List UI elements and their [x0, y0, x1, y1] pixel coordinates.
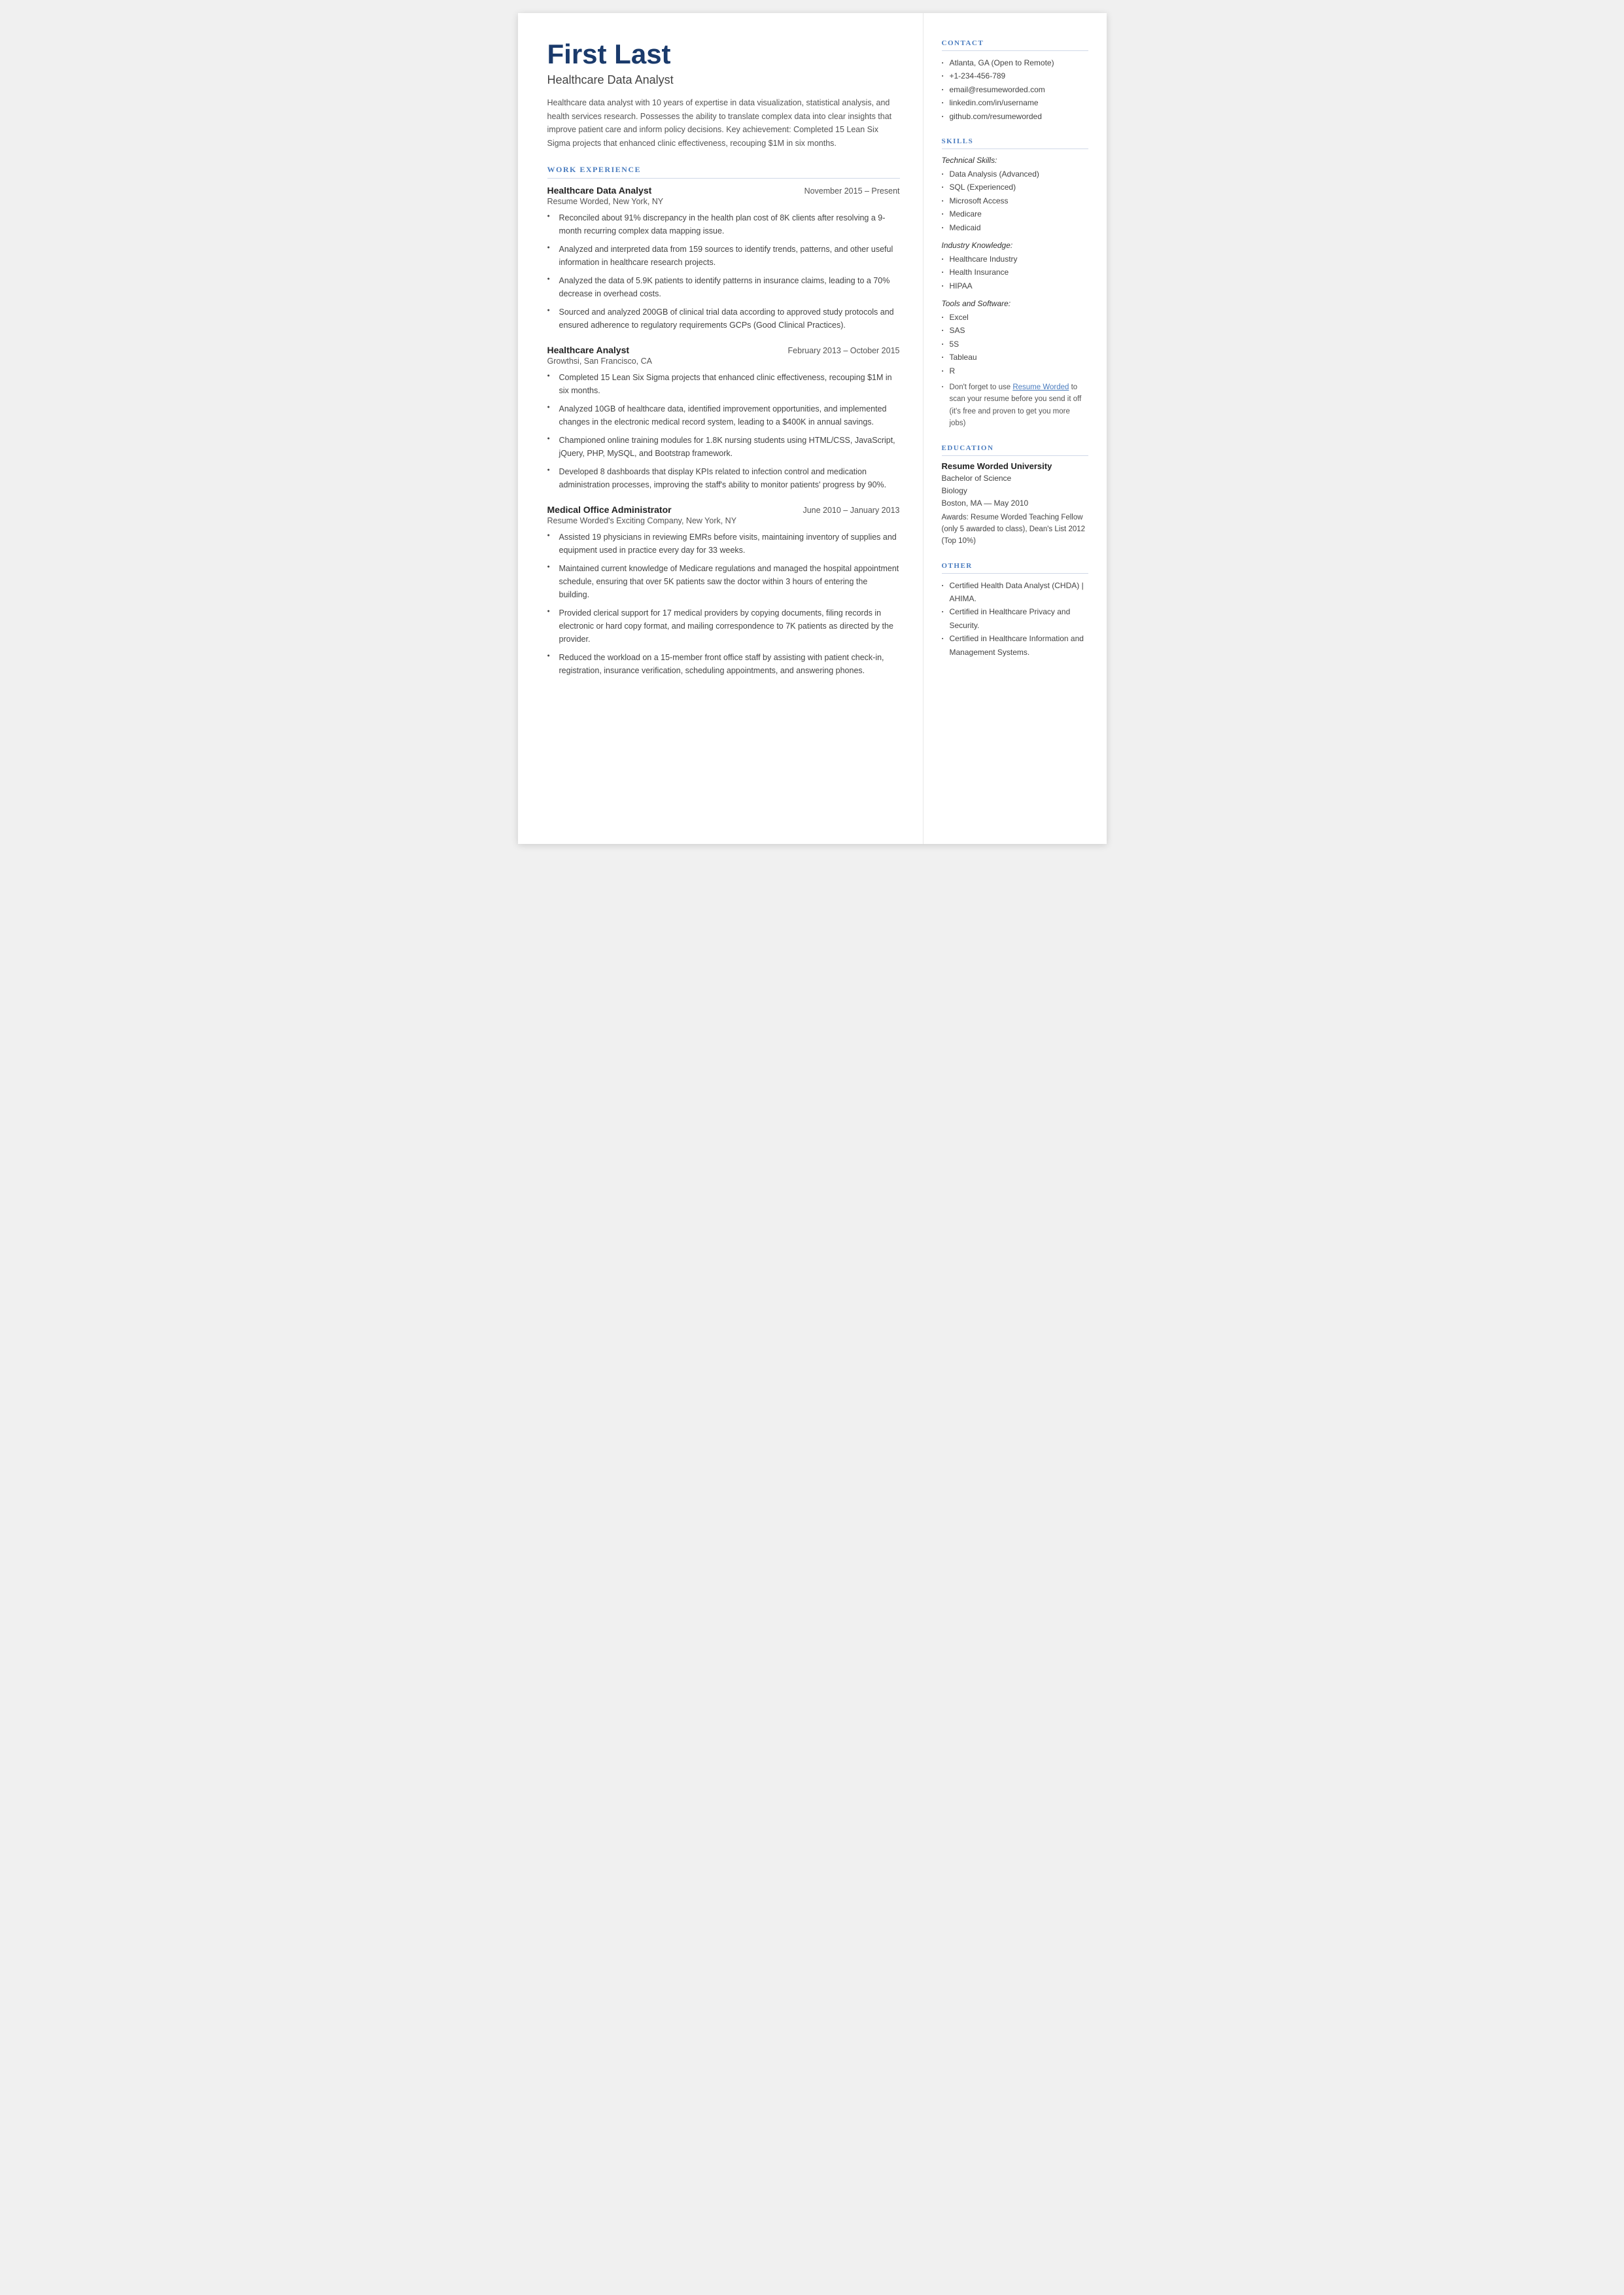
bullet-1-1: Reconciled about 91% discrepancy in the … — [547, 211, 900, 237]
other-cert-1: Certified Health Data Analyst (CHDA) | A… — [942, 579, 1088, 606]
bullet-3-2: Maintained current knowledge of Medicare… — [547, 562, 900, 601]
bullet-1-4: Sourced and analyzed 200GB of clinical t… — [547, 306, 900, 332]
bullet-1-3: Analyzed the data of 5.9K patients to id… — [547, 274, 900, 300]
tip-pre-text: Don't forget to use — [950, 383, 1013, 391]
skill-5s: 5S — [942, 338, 1088, 351]
contact-section-title: CONTACT — [942, 39, 1088, 51]
job-bullets-3: Assisted 19 physicians in reviewing EMRs… — [547, 531, 900, 677]
left-column: First Last Healthcare Data Analyst Healt… — [518, 13, 924, 844]
other-cert-2: Certified in Healthcare Privacy and Secu… — [942, 605, 1088, 632]
job-bullets-2: Completed 15 Lean Six Sigma projects tha… — [547, 371, 900, 491]
contact-section: CONTACT Atlanta, GA (Open to Remote) +1-… — [942, 39, 1088, 123]
contact-phone: +1-234-456-789 — [942, 69, 1088, 82]
tools-skills-label: Tools and Software: — [942, 299, 1088, 308]
bullet-2-4: Developed 8 dashboards that display KPIs… — [547, 465, 900, 491]
skill-medicaid: Medicaid — [942, 221, 1088, 234]
industry-skill-list: Healthcare Industry Health Insurance HIP… — [942, 253, 1088, 292]
skill-excel: Excel — [942, 311, 1088, 324]
education-section-title: EDUCATION — [942, 444, 1088, 456]
tools-skill-list: Excel SAS 5S Tableau R — [942, 311, 1088, 377]
bullet-3-3: Provided clerical support for 17 medical… — [547, 606, 900, 646]
job-title-1: Healthcare Data Analyst — [547, 185, 652, 196]
technical-skills-label: Technical Skills: — [942, 156, 1088, 165]
resume-page: First Last Healthcare Data Analyst Healt… — [518, 13, 1107, 844]
edu-degree: Bachelor of Science — [942, 472, 1088, 485]
bullet-3-4: Reduced the workload on a 15-member fron… — [547, 651, 900, 677]
right-column: CONTACT Atlanta, GA (Open to Remote) +1-… — [924, 13, 1107, 844]
skill-data-analysis: Data Analysis (Advanced) — [942, 167, 1088, 181]
contact-list: Atlanta, GA (Open to Remote) +1-234-456-… — [942, 56, 1088, 123]
job-title-3: Medical Office Administrator — [547, 504, 672, 515]
bullet-3-1: Assisted 19 physicians in reviewing EMRs… — [547, 531, 900, 557]
contact-github: github.com/resumeworded — [942, 110, 1088, 123]
skill-medicare: Medicare — [942, 207, 1088, 220]
contact-linkedin: linkedin.com/in/username — [942, 96, 1088, 109]
summary-text: Healthcare data analyst with 10 years of… — [547, 96, 900, 150]
bullet-1-2: Analyzed and interpreted data from 159 s… — [547, 243, 900, 269]
contact-location: Atlanta, GA (Open to Remote) — [942, 56, 1088, 69]
job-header-2: Healthcare Analyst February 2013 – Octob… — [547, 345, 900, 355]
skills-section: SKILLS Technical Skills: Data Analysis (… — [942, 137, 1088, 430]
candidate-name: First Last — [547, 39, 900, 69]
bullet-2-3: Championed online training modules for 1… — [547, 434, 900, 460]
candidate-title: Healthcare Data Analyst — [547, 73, 900, 87]
resume-tip: Don't forget to use Resume Worded to sca… — [942, 381, 1088, 430]
skill-sql: SQL (Experienced) — [942, 181, 1088, 194]
skill-health-insurance: Health Insurance — [942, 266, 1088, 279]
job-bullets-1: Reconciled about 91% discrepancy in the … — [547, 211, 900, 332]
bullet-2-1: Completed 15 Lean Six Sigma projects tha… — [547, 371, 900, 397]
edu-school-name: Resume Worded University — [942, 461, 1088, 471]
industry-skills-label: Industry Knowledge: — [942, 241, 1088, 250]
job-company-3: Resume Worded's Exciting Company, New Yo… — [547, 516, 900, 525]
skill-tableau: Tableau — [942, 351, 1088, 364]
work-experience-section-title: WORK EXPERIENCE — [547, 165, 900, 179]
job-block-2: Healthcare Analyst February 2013 – Octob… — [547, 345, 900, 491]
edu-location-date: Boston, MA — May 2010 — [942, 497, 1088, 510]
contact-email: email@resumeworded.com — [942, 83, 1088, 96]
job-dates-3: June 2010 – January 2013 — [803, 506, 899, 515]
skill-sas: SAS — [942, 324, 1088, 337]
job-dates-2: February 2013 – October 2015 — [788, 346, 900, 355]
skill-r: R — [942, 364, 1088, 377]
job-company-1: Resume Worded, New York, NY — [547, 197, 900, 206]
other-section: OTHER Certified Health Data Analyst (CHD… — [942, 562, 1088, 659]
other-list: Certified Health Data Analyst (CHDA) | A… — [942, 579, 1088, 659]
edu-awards: Awards: Resume Worded Teaching Fellow (o… — [942, 512, 1088, 547]
skill-hipaa: HIPAA — [942, 279, 1088, 292]
job-dates-1: November 2015 – Present — [804, 186, 900, 196]
bullet-2-2: Analyzed 10GB of healthcare data, identi… — [547, 402, 900, 429]
skill-ms-access: Microsoft Access — [942, 194, 1088, 207]
job-block-3: Medical Office Administrator June 2010 –… — [547, 504, 900, 677]
other-cert-3: Certified in Healthcare Information and … — [942, 632, 1088, 659]
other-section-title: OTHER — [942, 562, 1088, 574]
edu-field: Biology — [942, 485, 1088, 497]
job-block-1: Healthcare Data Analyst November 2015 – … — [547, 185, 900, 332]
education-section: EDUCATION Resume Worded University Bache… — [942, 444, 1088, 548]
job-header-1: Healthcare Data Analyst November 2015 – … — [547, 185, 900, 196]
job-company-2: Growthsi, San Francisco, CA — [547, 357, 900, 366]
skills-section-title: SKILLS — [942, 137, 1088, 149]
technical-skill-list: Data Analysis (Advanced) SQL (Experience… — [942, 167, 1088, 234]
job-header-3: Medical Office Administrator June 2010 –… — [547, 504, 900, 515]
resume-worded-link[interactable]: Resume Worded — [1012, 383, 1069, 391]
skill-healthcare-industry: Healthcare Industry — [942, 253, 1088, 266]
job-title-2: Healthcare Analyst — [547, 345, 630, 355]
